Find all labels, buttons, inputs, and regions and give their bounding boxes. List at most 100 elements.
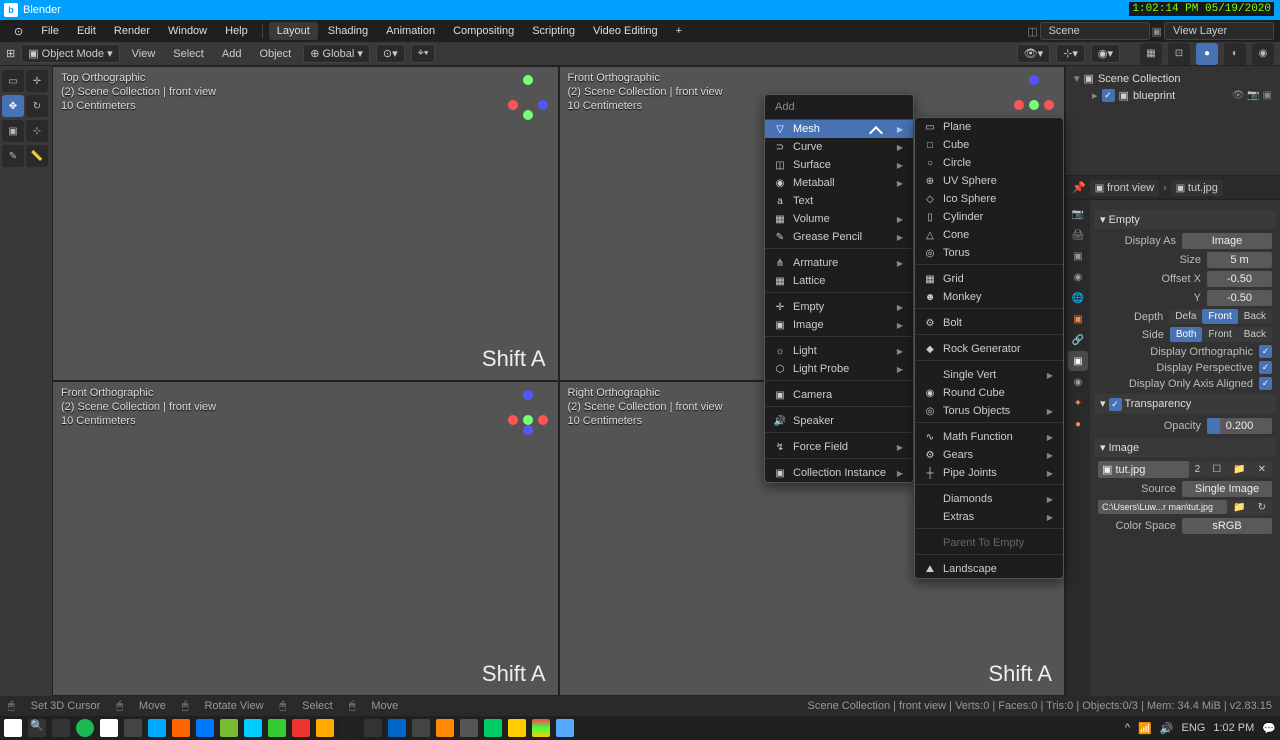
header-add[interactable]: Add: [216, 46, 248, 62]
mesh-submenu-diamonds[interactable]: Diamonds▶: [915, 490, 1063, 508]
app-icon[interactable]: [196, 719, 214, 737]
app-icon[interactable]: [388, 719, 406, 737]
add-menu-text[interactable]: aText: [765, 192, 913, 210]
tray-language[interactable]: ENG: [1181, 722, 1205, 734]
add-menu-volume[interactable]: ▦Volume▶: [765, 210, 913, 228]
add-menu-armature[interactable]: ⋔Armature▶: [765, 254, 913, 272]
snap-toggle[interactable]: ⌖▾: [411, 44, 436, 63]
side-front[interactable]: Front: [1202, 327, 1237, 342]
tool-select-box[interactable]: ▭: [2, 70, 24, 92]
collection-checkbox[interactable]: ✓: [1102, 89, 1115, 102]
side-back[interactable]: Back: [1238, 327, 1272, 342]
app-icon[interactable]: [460, 719, 478, 737]
mesh-submenu-cube[interactable]: □Cube: [915, 136, 1063, 154]
mesh-submenu-circle[interactable]: ○Circle: [915, 154, 1063, 172]
pin-icon[interactable]: 📌: [1072, 181, 1086, 194]
filepath-field[interactable]: C:\Users\Luw...r man\tut.jpg: [1098, 500, 1227, 514]
tab-object[interactable]: ▣: [1068, 309, 1088, 329]
nav-gizmo[interactable]: [508, 390, 548, 430]
tab-scene[interactable]: ◉: [1068, 267, 1088, 287]
app-icon[interactable]: [172, 719, 190, 737]
collapse-icon[interactable]: ▾: [1074, 72, 1080, 85]
menu-edit[interactable]: Edit: [69, 22, 104, 40]
tab-render[interactable]: 📷: [1068, 204, 1088, 224]
mesh-submenu-plane[interactable]: ▭Plane: [915, 118, 1063, 136]
workspace-compositing[interactable]: Compositing: [445, 22, 522, 40]
app-icon[interactable]: [220, 719, 238, 737]
add-menu-light[interactable]: ☼Light▶: [765, 342, 913, 360]
workspace-layout[interactable]: Layout: [269, 22, 318, 40]
breadcrumb-object[interactable]: ▣ front view: [1090, 180, 1159, 196]
tool-scale[interactable]: ▣: [2, 120, 24, 142]
offset-y-field[interactable]: -0.50: [1207, 290, 1272, 306]
tool-cursor[interactable]: ✛: [26, 70, 48, 92]
add-menu-surface[interactable]: ◫Surface▶: [765, 156, 913, 174]
menu-render[interactable]: Render: [106, 22, 158, 40]
nav-gizmo[interactable]: [508, 75, 548, 115]
offset-x-field[interactable]: -0.50: [1207, 271, 1272, 287]
app-icon[interactable]: [244, 719, 262, 737]
tab-constraints[interactable]: 🔗: [1068, 330, 1088, 350]
collapse-icon[interactable]: ▸: [1092, 89, 1098, 102]
add-menu-force-field[interactable]: ↯Force Field▶: [765, 438, 913, 456]
tray-notifications-icon[interactable]: 💬: [1262, 722, 1276, 735]
mesh-submenu-ico-sphere[interactable]: ◇Ico Sphere: [915, 190, 1063, 208]
blender-taskbar-icon[interactable]: [436, 719, 454, 737]
app-icon[interactable]: [412, 719, 430, 737]
add-menu-lattice[interactable]: ▦Lattice: [765, 272, 913, 290]
viewport-top-left[interactable]: Top Orthographic (2) Scene Collection | …: [52, 66, 559, 381]
side-both[interactable]: Both: [1170, 327, 1203, 342]
add-menu-collection-instance[interactable]: ▣Collection Instance▶: [765, 464, 913, 482]
mesh-submenu-bolt[interactable]: ⚙Bolt: [915, 314, 1063, 332]
mesh-submenu-pipe-joints[interactable]: ┼Pipe Joints▶: [915, 464, 1063, 482]
open-image-button[interactable]: 📁: [1227, 462, 1251, 477]
tab-particles[interactable]: ✦: [1068, 393, 1088, 413]
tray-wifi-icon[interactable]: 📶: [1138, 722, 1152, 735]
outliner-scene-collection[interactable]: ▾ ▣ Scene Collection: [1070, 70, 1276, 87]
app-icon[interactable]: [364, 719, 382, 737]
gizmo-toggle[interactable]: ⊹▾: [1056, 44, 1085, 63]
nav-gizmo[interactable]: [1014, 75, 1054, 115]
add-menu-mesh[interactable]: ▽Mesh▶: [765, 120, 913, 138]
app-icon[interactable]: [100, 719, 118, 737]
mesh-submenu-rock-generator[interactable]: ◆Rock Generator: [915, 340, 1063, 358]
tab-physics[interactable]: ◉: [1068, 372, 1088, 392]
tab-output[interactable]: 🖨: [1068, 225, 1088, 245]
tool-rotate[interactable]: ↻: [26, 95, 48, 117]
mode-selector[interactable]: ▣ Object Mode ▾: [21, 44, 119, 63]
unlink-image-button[interactable]: ✕: [1252, 462, 1272, 477]
tab-world[interactable]: 🌐: [1068, 288, 1088, 308]
orientation-selector[interactable]: ⊕ Global ▾: [303, 44, 370, 63]
app-icon[interactable]: [484, 719, 502, 737]
display-persp-check[interactable]: ✓: [1259, 361, 1272, 374]
add-menu-camera[interactable]: ▣Camera: [765, 386, 913, 404]
add-menu-curve[interactable]: ⊃Curve▶: [765, 138, 913, 156]
workspace-video[interactable]: Video Editing: [585, 22, 666, 40]
image-users[interactable]: 2: [1189, 462, 1207, 477]
add-menu-metaball[interactable]: ◉Metaball▶: [765, 174, 913, 192]
spotify-icon[interactable]: [76, 719, 94, 737]
mesh-submenu-round-cube[interactable]: ◉Round Cube: [915, 384, 1063, 402]
colorspace-field[interactable]: sRGB: [1182, 518, 1272, 534]
app-icon[interactable]: [508, 719, 526, 737]
depth-front[interactable]: Front: [1202, 309, 1237, 324]
size-field[interactable]: 5 m: [1207, 252, 1272, 268]
display-axis-check[interactable]: ✓: [1259, 377, 1272, 390]
shading-wireframe[interactable]: ⊡: [1168, 43, 1190, 65]
panel-empty[interactable]: ▾ Empty: [1094, 210, 1276, 229]
add-menu-image[interactable]: ▣Image▶: [765, 316, 913, 334]
menu-window[interactable]: Window: [160, 22, 215, 40]
tool-transform[interactable]: ⊹: [26, 120, 48, 142]
tool-measure[interactable]: 📏: [26, 145, 48, 167]
app-icon[interactable]: [292, 719, 310, 737]
panel-transparency[interactable]: ▾ ✓ Transparency: [1094, 394, 1276, 414]
new-image-button[interactable]: ☐: [1206, 462, 1227, 477]
xray-toggle[interactable]: ▦: [1140, 43, 1162, 65]
app-icon[interactable]: [148, 719, 166, 737]
visibility-toggle[interactable]: 👁▾: [1017, 44, 1051, 63]
add-menu-light-probe[interactable]: ⬡Light Probe▶: [765, 360, 913, 378]
start-button[interactable]: [4, 719, 22, 737]
shading-solid[interactable]: ●: [1196, 43, 1218, 65]
mesh-submenu-cylinder[interactable]: ▯Cylinder: [915, 208, 1063, 226]
system-tray[interactable]: ^ 📶 🔊 ENG 1:02 PM 💬: [1125, 722, 1276, 735]
